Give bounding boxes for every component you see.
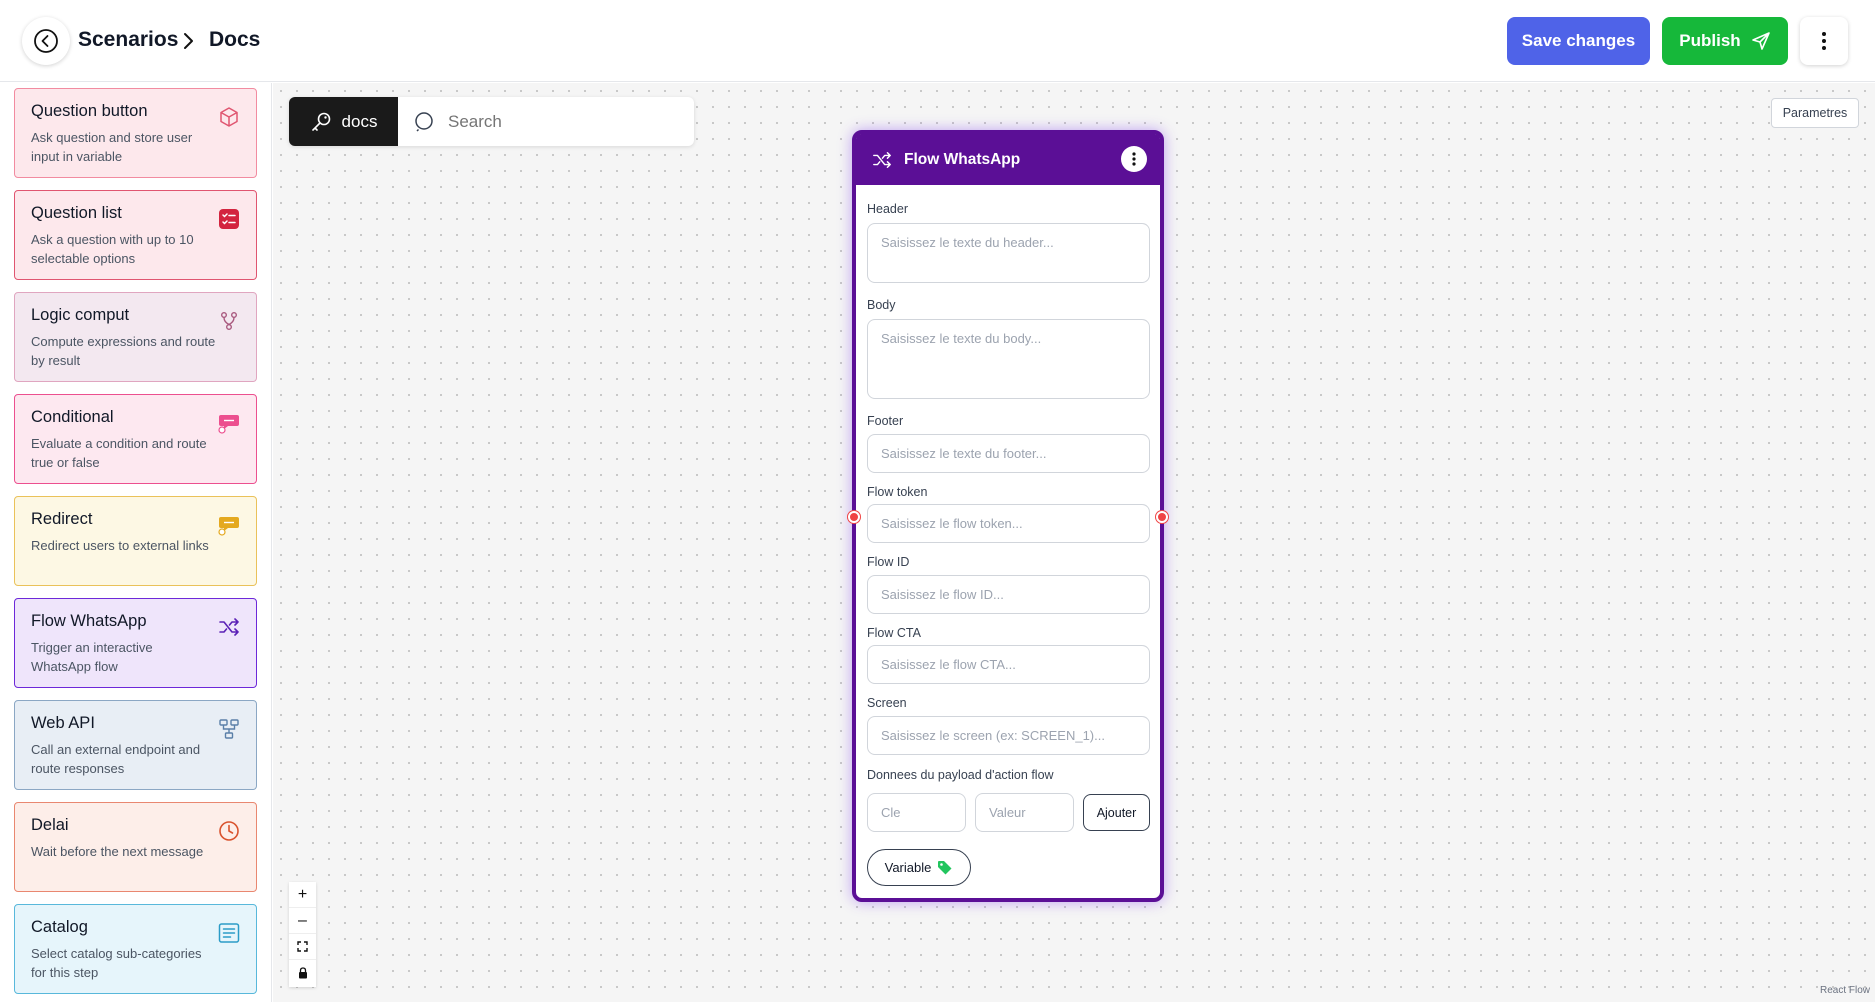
zoom-controls: + – [289, 882, 316, 987]
flow-token-input[interactable] [867, 504, 1150, 543]
block-title: Flow WhatsApp [31, 612, 147, 630]
docs-tab-label: docs [341, 111, 378, 131]
block-question-button[interactable]: Question button Ask question and store u… [14, 88, 257, 178]
flow-id-input[interactable] [867, 575, 1150, 614]
block-title: Logic comput [31, 306, 130, 324]
list-icon [218, 923, 240, 943]
payload-key-input[interactable] [867, 793, 966, 832]
branch-icon [221, 312, 237, 330]
block-description: Wait before the next message [31, 844, 204, 859]
header-input[interactable] [867, 223, 1150, 283]
tag-icon [938, 860, 952, 874]
zoom-out-button[interactable]: – [289, 908, 316, 934]
block-description: Trigger an interactive WhatsApp flow [31, 640, 153, 674]
block-title: Question button [31, 102, 148, 120]
send-icon [1751, 32, 1770, 50]
block-web-api[interactable]: Web API Call an external endpoint and ro… [14, 700, 257, 790]
node-input-handle[interactable] [848, 511, 860, 523]
block-title: Delai [31, 816, 69, 834]
block-conditional[interactable]: Conditional Evaluate a condition and rou… [14, 394, 257, 484]
key-icon [311, 112, 330, 131]
flow-cta-input[interactable] [867, 645, 1150, 684]
more-options-button[interactable] [1800, 17, 1848, 65]
body-input[interactable] [867, 319, 1150, 399]
block-description: Evaluate a condition and route true or f… [31, 436, 207, 470]
back-arrow-icon [34, 29, 58, 53]
block-catalog[interactable]: Catalog Select catalog sub-categories fo… [14, 904, 257, 994]
screen-input[interactable] [867, 716, 1150, 755]
variable-label: Variable [884, 860, 932, 875]
back-button[interactable] [22, 17, 70, 65]
more-vertical-icon [1132, 152, 1136, 166]
payload-value-input[interactable] [975, 793, 1074, 832]
lock-icon [298, 967, 307, 979]
docs-search-bar: docs [289, 97, 694, 146]
block-delai[interactable]: Delai Wait before the next message [14, 802, 257, 892]
more-vertical-icon [1822, 32, 1826, 50]
breadcrumb-scenarios[interactable]: Scenarios [78, 28, 178, 52]
node-menu-button[interactable] [1121, 146, 1147, 172]
network-icon [219, 719, 239, 739]
checklist-icon [219, 209, 239, 229]
block-description: Select catalog sub-categories for this s… [31, 946, 202, 980]
block-title: Web API [31, 714, 95, 732]
block-logic-comput[interactable]: Logic comput Compute expressions and rou… [14, 292, 257, 382]
header-label: Header [867, 202, 908, 216]
search-field [414, 111, 668, 133]
block-description: Ask question and store user input in var… [31, 130, 193, 164]
footer-input[interactable] [867, 434, 1150, 473]
node-title: Flow WhatsApp [904, 150, 1021, 168]
block-title: Redirect [31, 510, 93, 528]
zoom-in-button[interactable]: + [289, 882, 316, 908]
breadcrumb-docs: Docs [209, 28, 261, 51]
chat-check-icon [218, 415, 239, 434]
flow-id-label: Flow ID [867, 555, 910, 569]
search-input[interactable] [448, 112, 668, 132]
body-label: Body [867, 298, 896, 312]
flow-token-label: Flow token [867, 485, 928, 499]
block-title: Question list [31, 204, 122, 222]
save-changes-button[interactable]: Save changes [1507, 17, 1650, 65]
node-output-handle[interactable] [1156, 511, 1168, 523]
chat-icon [218, 517, 239, 536]
chevron-right-icon [184, 33, 193, 49]
fit-view-icon [297, 941, 308, 952]
block-description: Redirect users to external links [31, 538, 209, 553]
parametres-button[interactable]: Parametres [1771, 98, 1859, 128]
block-palette-sidebar: Question button Ask question and store u… [0, 83, 272, 1002]
block-description: Ask a question with up to 10 selectable … [31, 232, 194, 266]
clock-icon [219, 821, 239, 841]
block-redirect[interactable]: Redirect Redirect users to external link… [14, 496, 257, 586]
publish-button[interactable]: Publish [1662, 17, 1788, 65]
docs-tab[interactable]: docs [289, 97, 398, 146]
react-flow-attribution[interactable]: React Flow [1820, 985, 1870, 996]
block-title: Catalog [31, 918, 88, 936]
search-icon [415, 112, 433, 132]
node-header: Flow WhatsApp [856, 134, 1160, 185]
top-bar: Scenarios Docs Save changes Publish [0, 0, 1875, 82]
block-description: Call an external endpoint and route resp… [31, 742, 201, 776]
add-payload-button[interactable]: Ajouter [1083, 794, 1150, 831]
variable-button[interactable]: Variable [867, 849, 971, 886]
block-question-list[interactable]: Question list Ask a question with up to … [14, 190, 257, 280]
payload-label: Donnees du payload d'action flow [867, 768, 1054, 782]
block-flow-whatsapp[interactable]: Flow WhatsApp Trigger an interactive Wha… [14, 598, 257, 688]
screen-label: Screen [867, 696, 907, 710]
block-title: Conditional [31, 408, 114, 426]
flow-cta-label: Flow CTA [867, 626, 921, 640]
cube-icon [220, 107, 238, 127]
shuffle-icon [873, 151, 891, 168]
fit-view-button[interactable] [289, 934, 316, 960]
block-description: Compute expressions and route by result [31, 334, 216, 368]
footer-label: Footer [867, 414, 904, 428]
publish-label: Publish [1679, 31, 1741, 50]
flow-whatsapp-node[interactable]: Flow WhatsApp Header Body Footer Flow to… [852, 130, 1164, 902]
shuffle-icon [219, 618, 239, 636]
lock-button[interactable] [289, 960, 316, 986]
